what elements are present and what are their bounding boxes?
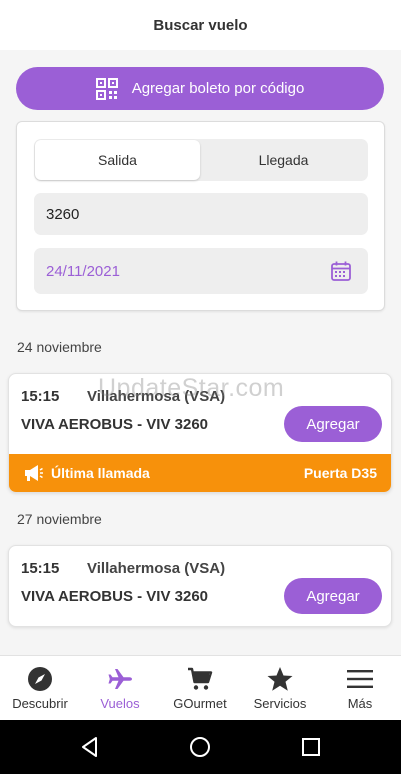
menu-icon <box>347 670 373 688</box>
back-icon[interactable] <box>79 736 101 758</box>
gate-label: Puerta D35 <box>303 465 377 481</box>
flight-number-value: 3260 <box>46 205 80 223</box>
bottom-tab-bar: Descubrir Vuelos GOurmet Servicios Más <box>0 655 401 720</box>
tab-label: Vuelos <box>100 696 140 711</box>
add-flight-button[interactable]: Agregar <box>284 578 382 614</box>
flight-origin: Villahermosa (VSA) <box>87 560 226 577</box>
day-label: 27 noviembre <box>17 511 102 527</box>
tab-gourmet[interactable]: GOurmet <box>160 656 240 721</box>
flight-time: 15:15 <box>21 560 60 577</box>
tab-label: Servicios <box>253 696 307 711</box>
page-title: Buscar vuelo <box>153 16 248 34</box>
airplane-icon <box>108 669 132 689</box>
day-label: 24 noviembre <box>17 339 102 355</box>
watermark: UpdateStar.com <box>98 374 285 402</box>
direction-segmented-control: Salida Llegada <box>34 139 368 181</box>
tab-label: Más <box>347 696 373 711</box>
star-icon <box>267 667 293 691</box>
tab-salida[interactable]: Salida <box>35 140 200 180</box>
tab-mas[interactable]: Más <box>320 656 400 721</box>
tab-llegada[interactable]: Llegada <box>201 140 366 180</box>
compass-icon <box>28 667 52 691</box>
flight-airline: VIVA AEROBUS - VIV 3260 <box>21 588 209 605</box>
tab-descubrir[interactable]: Descubrir <box>0 656 80 721</box>
flight-number-input[interactable]: 3260 <box>34 193 368 235</box>
add-ticket-by-code-label: Agregar boleto por código <box>131 80 305 97</box>
add-ticket-by-code-button[interactable]: Agregar boleto por código <box>16 67 384 110</box>
tab-servicios[interactable]: Servicios <box>240 656 320 721</box>
recents-icon[interactable] <box>300 736 322 758</box>
flight-airline: VIVA AEROBUS - VIV 3260 <box>21 416 209 433</box>
home-icon[interactable] <box>189 736 211 758</box>
flight-search-card: Salida Llegada 3260 24/11/2021 <box>16 121 385 311</box>
tab-label: Descubrir <box>12 696 68 711</box>
flight-time: 15:15 <box>21 388 60 405</box>
tab-vuelos[interactable]: Vuelos <box>80 656 160 721</box>
date-value: 24/11/2021 <box>46 262 120 280</box>
last-call-alert: Última llamada Puerta D35 <box>9 454 391 492</box>
megaphone-icon <box>25 465 43 481</box>
app-header: Buscar vuelo <box>0 0 401 50</box>
cart-icon <box>188 667 213 690</box>
calendar-icon[interactable] <box>330 260 352 282</box>
tab-label: GOurmet <box>173 696 227 711</box>
add-flight-button[interactable]: Agregar <box>284 406 382 442</box>
alert-text: Última llamada <box>51 465 150 481</box>
flight-card[interactable]: 15:15 Villahermosa (VSA) VIVA AEROBUS - … <box>8 545 392 627</box>
date-field[interactable]: 24/11/2021 <box>34 248 368 294</box>
system-navigation-bar <box>0 720 401 774</box>
qr-code-icon <box>95 77 118 100</box>
